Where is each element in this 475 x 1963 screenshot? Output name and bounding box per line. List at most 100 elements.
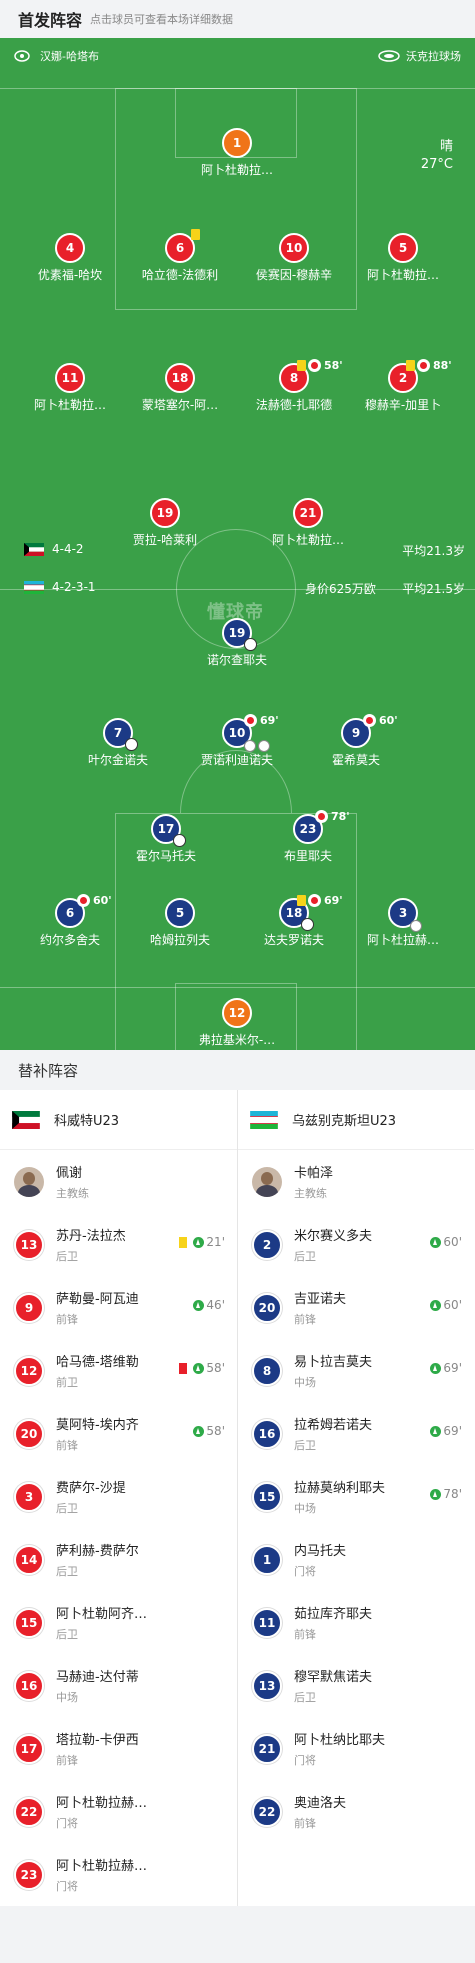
player-away-19[interactable]: 19 诺尔查耶夫 <box>177 618 297 668</box>
home-sub-row[interactable]: 13 苏丹-法拉杰 后卫 21' <box>0 1213 237 1276</box>
goal-icon <box>301 918 314 931</box>
player-home-6[interactable]: 6 哈立德-法德利 <box>120 229 240 283</box>
away-sub-row[interactable]: 22 奥迪洛夫 前锋 <box>238 1780 474 1843</box>
home-subs-team[interactable]: 科威特U23 <box>0 1090 237 1150</box>
player-home-8[interactable]: 8 58' 法赫德-扎耶德 <box>234 359 354 413</box>
player-number: 6 <box>165 229 200 263</box>
away-sub-row[interactable]: 1 内马托夫 门将 <box>238 1528 474 1591</box>
player-number: 5 <box>165 898 195 928</box>
sub-out-icon <box>308 894 321 907</box>
home-subs-column: 科威特U23 佩谢 主教练 13 苏丹-法拉杰 后卫 21' 9 萨勒曼-阿瓦迪 前锋 46'… <box>0 1090 237 1906</box>
uzbekistan-flag-icon <box>24 580 44 594</box>
temperature-text: 27°C <box>420 157 453 172</box>
player-number: 5 <box>388 233 418 263</box>
home-team-name: 汉娜-哈塔布 <box>40 50 99 63</box>
player-home-4[interactable]: 4 优素福-哈坎 <box>10 233 130 283</box>
player-away-5[interactable]: 5 哈姆拉列夫 <box>120 898 240 948</box>
player-number: 8 58' <box>279 359 343 393</box>
home-coach-row[interactable]: 佩谢 主教练 <box>0 1150 237 1213</box>
away-sub-row[interactable]: 11 茹拉库齐耶夫 前锋 <box>238 1591 474 1654</box>
kuwait-flag-icon <box>12 1110 40 1129</box>
subs-table: 科威特U23 佩谢 主教练 13 苏丹-法拉杰 后卫 21' 9 萨勒曼-阿瓦迪 前锋 46'… <box>0 1090 475 1906</box>
home-sub-row[interactable]: 15 阿卜杜勒阿齐… 后卫 <box>0 1591 237 1654</box>
away-coach-row[interactable]: 卡帕泽 主教练 <box>238 1150 474 1213</box>
home-sub-row[interactable]: 16 马赫迪-达付蒂 中场 <box>0 1654 237 1717</box>
sub-in-icon <box>430 1299 442 1311</box>
player-name: 优素福-哈坎 <box>37 268 103 282</box>
sub-out-icon <box>417 359 430 372</box>
player-home-1[interactable]: 1 阿卜杜勒拉… <box>177 128 297 178</box>
player-away-10[interactable]: 10 69' 贾诺利迪诺夫 <box>177 714 297 768</box>
stadium-icon <box>378 50 400 62</box>
player-name: 哈姆拉列夫 <box>149 933 210 947</box>
player-home-10[interactable]: 10 侯赛因-穆赫辛 <box>234 233 354 283</box>
player-name: 贾诺利迪诺夫 <box>200 753 273 767</box>
player-number: 1 <box>222 128 252 158</box>
player-away-23[interactable]: 23 78' 布里耶夫 <box>248 810 368 864</box>
yellow-card-icon <box>297 895 306 906</box>
away-sub-row[interactable]: 13 穆罕默焦诺夫 后卫 <box>238 1654 474 1717</box>
player-number: 7 <box>103 718 138 751</box>
sub-in-icon <box>193 1362 205 1374</box>
player-number: 11 <box>55 363 85 393</box>
home-formation: 4-4-2 <box>24 542 84 556</box>
sub-out-icon <box>308 359 321 372</box>
home-sub-row[interactable]: 12 哈马德-塔维勒 前卫 58' <box>0 1339 237 1402</box>
kuwait-flag-icon <box>24 542 44 556</box>
away-sub-row[interactable]: 21 阿卜杜纳比耶夫 门将 <box>238 1717 474 1780</box>
yellow-card-icon <box>179 1236 188 1248</box>
player-name: 布里耶夫 <box>283 849 332 863</box>
player-number: 12 <box>222 998 252 1028</box>
yellow-card-icon <box>297 360 306 371</box>
player-away-3[interactable]: 3 阿卜杜拉赫… <box>343 898 463 948</box>
away-avg-age: 平均21.5岁 <box>402 582 465 596</box>
yellow-card-icon <box>191 229 200 240</box>
player-home-18[interactable]: 18 蒙塔塞尔-阿… <box>120 363 240 413</box>
player-away-17[interactable]: 17 霍尔马托夫 <box>106 814 226 864</box>
player-away-6[interactable]: 6 60' 约尔多舍夫 <box>10 894 130 948</box>
home-sub-row[interactable]: 3 费萨尔-沙提 后卫 <box>0 1465 237 1528</box>
player-name: 叶尔金诺夫 <box>87 753 148 767</box>
player-home-11[interactable]: 11 阿卜杜勒拉… <box>10 363 130 413</box>
away-sub-row[interactable]: 16 拉希姆若诺夫 后卫 69' <box>238 1402 474 1465</box>
player-name: 法赫德-扎耶德 <box>255 398 333 412</box>
home-sub-row[interactable]: 14 萨利赫-费萨尔 后卫 <box>0 1528 237 1591</box>
away-subs-team[interactable]: 乌兹别克斯坦U23 <box>238 1090 474 1150</box>
player-name: 阿卜杜勒拉… <box>271 533 344 547</box>
home-sub-row[interactable]: 23 阿卜杜勒拉赫… 门将 <box>0 1843 237 1906</box>
player-away-7[interactable]: 7 叶尔金诺夫 <box>58 718 178 768</box>
player-number: 9 60' <box>341 714 398 748</box>
away-sub-row[interactable]: 8 易卜拉吉莫夫 中场 69' <box>238 1339 474 1402</box>
home-sub-row[interactable]: 9 萨勒曼-阿瓦迪 前锋 46' <box>0 1276 237 1339</box>
home-sub-row[interactable]: 17 塔拉勒-卡伊西 前锋 <box>0 1717 237 1780</box>
avatar <box>252 1166 282 1197</box>
player-away-12[interactable]: 12 弗拉基米尔-… <box>177 998 297 1048</box>
player-home-19[interactable]: 19 贾拉-哈莱利 <box>105 498 225 548</box>
away-sub-row[interactable]: 2 米尔赛义多夫 后卫 60' <box>238 1213 474 1276</box>
away-sub-row[interactable]: 15 拉赫莫纳利耶夫 中场 78' <box>238 1465 474 1528</box>
player-number: 2 88' <box>388 359 452 393</box>
sub-in-icon <box>430 1236 442 1248</box>
sub-out-icon <box>315 810 328 823</box>
uzbekistan-flag-icon <box>250 1110 278 1129</box>
player-name: 贾拉-哈莱利 <box>132 533 198 547</box>
home-sub-row[interactable]: 20 莫阿特-埃内齐 前锋 58' <box>0 1402 237 1465</box>
player-number: 19 <box>150 498 180 528</box>
player-name: 约尔多舍夫 <box>39 933 100 947</box>
assist-icon <box>258 740 270 752</box>
away-sub-row[interactable]: 20 吉亚诺夫 前锋 60' <box>238 1276 474 1339</box>
player-away-9[interactable]: 9 60' 霍希莫夫 <box>296 714 416 768</box>
player-name: 霍希莫夫 <box>331 753 380 767</box>
player-home-2[interactable]: 2 88' 穆赫辛-加里卜 <box>343 359 463 413</box>
home-avg-age: 平均21.3岁 <box>402 544 465 558</box>
weather-text: 晴 <box>439 139 453 154</box>
player-home-21[interactable]: 21 阿卜杜勒拉… <box>248 498 368 548</box>
sub-in-icon <box>430 1362 442 1374</box>
away-formation: 4-2-3-1 <box>24 580 96 594</box>
home-sub-row[interactable]: 22 阿卜杜勒拉赫… 门将 <box>0 1780 237 1843</box>
player-away-18[interactable]: 18 69' 达夫罗诺夫 <box>234 894 354 948</box>
player-home-5[interactable]: 5 阿卜杜勒拉… <box>343 233 463 283</box>
subs-title: 替补阵容 <box>0 1050 475 1090</box>
assist-icon <box>410 920 422 932</box>
home-team: 汉娜-哈塔布 <box>14 48 99 64</box>
